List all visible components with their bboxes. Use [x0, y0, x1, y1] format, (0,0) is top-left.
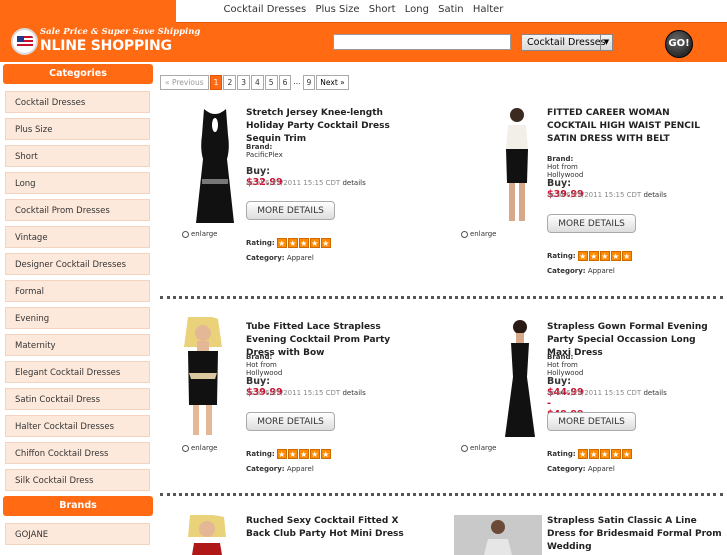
product-title[interactable]: Strapless Satin Classic A Line Dress for…	[547, 515, 725, 554]
details-link[interactable]: details	[643, 191, 666, 199]
product-rating: Rating: ★ ★ ★ ★ ★	[547, 251, 633, 261]
flag-icon	[11, 28, 38, 55]
pager-page-3[interactable]: 3	[237, 75, 251, 90]
magnifier-icon	[182, 230, 189, 238]
magnifier-icon	[182, 444, 189, 452]
sidebar-item-designer-cocktail-dresses[interactable]: Designer Cocktail Dresses	[5, 253, 150, 275]
category-select-value: Cocktail Dresses	[527, 37, 606, 48]
sidebar-item-cocktail-dresses[interactable]: Cocktail Dresses	[5, 91, 150, 113]
more-details-button[interactable]: MORE DETAILS	[547, 214, 636, 233]
magnifier-icon	[461, 444, 468, 452]
more-details-button[interactable]: MORE DETAILS	[246, 201, 335, 220]
product-rating: Rating: ★ ★ ★ ★ ★	[547, 449, 633, 459]
sidebar-item-elegant-cocktail-dresses[interactable]: Elegant Cocktail Dresses	[5, 361, 150, 383]
sidebar-item-silk-cocktail-dress[interactable]: Silk Cocktail Dress	[5, 469, 150, 491]
price-timestamp: as of 6/15/2011 15:15 CDT details	[547, 191, 667, 199]
sidebar-item-halter-cocktail-dresses[interactable]: Halter Cocktail Dresses	[5, 415, 150, 437]
sidebar-item-cocktail-prom-dresses[interactable]: Cocktail Prom Dresses	[5, 199, 150, 221]
star-rating-icon: ★ ★ ★ ★ ★	[577, 251, 632, 261]
details-link[interactable]: details	[342, 389, 365, 397]
pager-page-6[interactable]: 6	[278, 75, 292, 90]
price-timestamp: as of 6/15/2011 15:15 CDT details	[547, 389, 667, 397]
sidebar-item-maternity[interactable]: Maternity	[5, 334, 150, 356]
pager-dots: ...	[293, 77, 301, 86]
pagination: « Previous 1 2 3 4 5 6... 9 Next »	[160, 75, 350, 91]
product-brand: Brand: Hot from Hollywood	[547, 155, 584, 179]
pager-page-9[interactable]: 9	[302, 75, 316, 90]
product-brand: Brand: Hot from Hollywood	[547, 353, 584, 377]
topnav-link-satin[interactable]: Satin	[438, 4, 464, 15]
sidebar-item-vintage[interactable]: Vintage	[5, 226, 150, 248]
product-brand: Brand: Hot from Hollywood	[246, 353, 283, 377]
sidebar-item-gojane[interactable]: GOJANE	[5, 523, 150, 545]
product-image[interactable]	[454, 515, 542, 555]
enlarge-link[interactable]: enlarge	[461, 230, 496, 238]
sidebar-item-chiffon-cocktail-dress[interactable]: Chiffon Cocktail Dress	[5, 442, 150, 464]
enlarge-link[interactable]: enlarge	[461, 444, 496, 452]
pager-page-5[interactable]: 5	[264, 75, 278, 90]
logo-text: NLINE SHOPPING	[40, 38, 172, 54]
pager-page-2[interactable]: 2	[223, 75, 237, 90]
product-brand: Brand: PacificPlex	[246, 143, 283, 159]
search-input[interactable]	[333, 34, 511, 50]
enlarge-link[interactable]: enlarge	[182, 230, 217, 238]
pager-page-1[interactable]: 1	[209, 75, 223, 90]
details-link[interactable]: details	[643, 389, 666, 397]
pager-page-4[interactable]: 4	[251, 75, 264, 90]
product-title[interactable]: Ruched Sexy Cocktail Fitted X Back Club …	[246, 515, 421, 541]
sidebar-item-evening[interactable]: Evening	[5, 307, 150, 329]
topnav-link-short[interactable]: Short	[369, 4, 396, 15]
enlarge-link[interactable]: enlarge	[182, 444, 217, 452]
product-image[interactable]	[180, 105, 250, 227]
topnav-link-halter[interactable]: Halter	[473, 4, 504, 15]
chevron-down-icon: ▼	[600, 35, 612, 50]
more-details-button[interactable]: MORE DETAILS	[547, 412, 636, 431]
brands-header: Brands	[3, 496, 153, 516]
topnav-link-cocktail-dresses[interactable]: Cocktail Dresses	[224, 4, 307, 15]
product-image[interactable]	[481, 105, 551, 227]
more-details-button[interactable]: MORE DETAILS	[246, 412, 335, 431]
price-timestamp: as of 6/15/2011 15:15 CDT details	[246, 179, 366, 187]
topnav-link-plus-size[interactable]: Plus Size	[315, 4, 359, 15]
product-category: Category: Apparel	[547, 267, 615, 275]
magnifier-icon	[461, 230, 468, 238]
sidebar-item-long[interactable]: Long	[5, 172, 150, 194]
divider	[160, 296, 723, 299]
sidebar-item-satin-cocktail-dress[interactable]: Satin Cocktail Dress	[5, 388, 150, 410]
product-category: Category: Apparel	[246, 254, 314, 262]
divider	[160, 493, 723, 496]
product-rating: Rating: ★ ★ ★ ★ ★	[246, 449, 332, 459]
sidebar-item-formal[interactable]: Formal	[5, 280, 150, 302]
sidebar-item-short[interactable]: Short	[5, 145, 150, 167]
site-logo[interactable]: Sale Price & Super Save Shipping NLINE S…	[0, 0, 200, 62]
star-rating-icon: ★ ★ ★ ★ ★	[276, 238, 331, 248]
categories-header: Categories	[3, 64, 153, 84]
product-category: Category: Apparel	[246, 465, 314, 473]
pager-next[interactable]: Next »	[316, 75, 349, 90]
details-link[interactable]: details	[342, 179, 365, 187]
category-select[interactable]: Cocktail Dresses ▼	[521, 34, 613, 51]
product-category: Category: Apparel	[547, 465, 615, 473]
product-title[interactable]: FITTED CAREER WOMAN COCKTAIL HIGH WAIST …	[547, 107, 722, 146]
product-rating: Rating: ★ ★ ★ ★ ★	[246, 238, 332, 248]
sidebar-item-plus-size[interactable]: Plus Size	[5, 118, 150, 140]
product-image[interactable]	[172, 515, 242, 555]
product-image[interactable]	[168, 317, 238, 439]
star-rating-icon: ★ ★ ★ ★ ★	[577, 449, 632, 459]
price-timestamp: as of 6/15/2011 15:15 CDT details	[246, 389, 366, 397]
go-button[interactable]: GO!	[665, 30, 693, 58]
star-rating-icon: ★ ★ ★ ★ ★	[276, 449, 331, 459]
topnav-link-long[interactable]: Long	[405, 4, 429, 15]
logo-tagline: Sale Price & Super Save Shipping	[40, 27, 201, 37]
sidebar: Categories Cocktail Dresses Plus Size Sh…	[3, 63, 153, 550]
product-title[interactable]: Stretch Jersey Knee-length Holiday Party…	[246, 107, 421, 146]
pager-prev[interactable]: « Previous	[160, 75, 209, 90]
